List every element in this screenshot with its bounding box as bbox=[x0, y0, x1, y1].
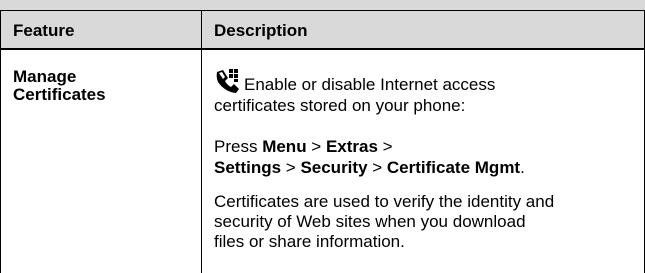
menu-path-press: Press bbox=[214, 137, 263, 156]
table-top-border bbox=[1, 10, 644, 11]
table-header-row bbox=[0, 0, 645, 49]
description-intro-text-1: Enable or disable Internet access bbox=[244, 75, 496, 94]
header-feature: Feature bbox=[13, 21, 75, 40]
phone-network-icon bbox=[216, 69, 239, 93]
menu-path-extras: Extras bbox=[325, 137, 378, 156]
feature-table: Feature Description Manage Certificates … bbox=[0, 0, 645, 273]
description-intro-line-2: certificates stored on your phone: bbox=[214, 96, 466, 115]
table-left-border bbox=[0, 10, 1, 273]
menu-path-menu: Menu bbox=[262, 137, 307, 156]
menu-path-sep-2: > bbox=[377, 137, 393, 156]
description-intro: Enable or disable Internet access certif… bbox=[214, 68, 495, 116]
menu-path-end: . bbox=[520, 158, 525, 177]
explanation-line-1: Certificates are used to verify the iden… bbox=[214, 192, 555, 211]
description-intro-line-1: Enable or disable Internet access bbox=[214, 68, 495, 95]
explanation-line-3: files or share information. bbox=[214, 232, 405, 251]
header-description: Description bbox=[214, 21, 308, 40]
description-menu-path: Press Menu > Extras > Settings > Securit… bbox=[214, 136, 525, 178]
menu-path-sep-4: > bbox=[367, 158, 387, 177]
menu-path-sep-1: > bbox=[306, 137, 326, 156]
description-explanation: Certificates are used to verify the iden… bbox=[214, 192, 554, 252]
column-separator bbox=[201, 10, 202, 273]
menu-path-line-2: Settings > Security > Certificate Mgmt. bbox=[214, 157, 525, 178]
menu-path-security: Security bbox=[300, 158, 368, 177]
feature-name-line-1: Manage bbox=[13, 67, 77, 86]
feature-name-cell: Manage Certificates bbox=[13, 68, 106, 104]
feature-name-line-2: Certificates bbox=[13, 85, 106, 104]
menu-path-settings: Settings bbox=[214, 158, 282, 177]
menu-path-line-1: Press Menu > Extras > bbox=[214, 136, 525, 157]
menu-path-sep-3: > bbox=[281, 158, 301, 177]
header-bottom-border bbox=[1, 48, 644, 50]
menu-path-certificate-mgmt: Certificate Mgmt bbox=[386, 158, 521, 177]
explanation-line-2: security of Web sites when you download bbox=[214, 212, 526, 231]
